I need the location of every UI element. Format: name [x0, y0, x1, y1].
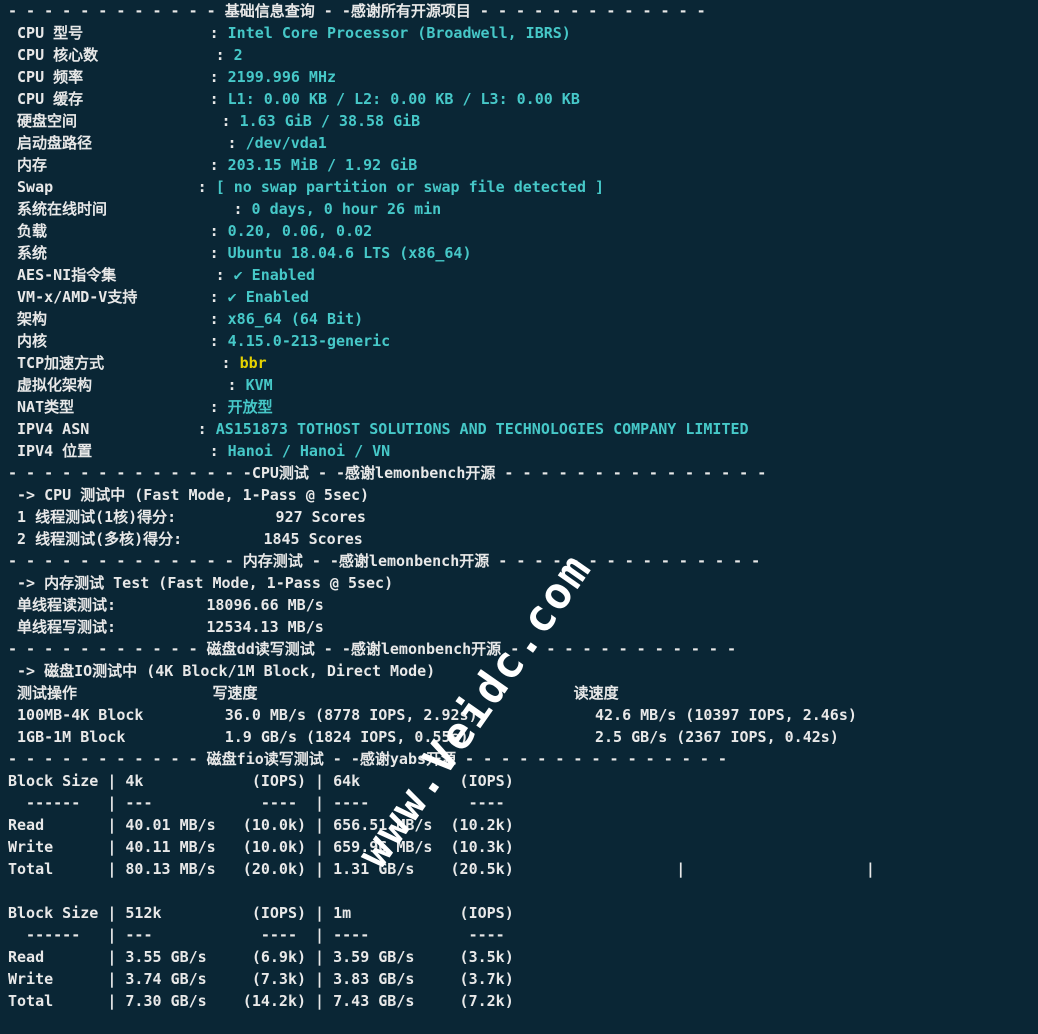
terminal-output: - - - - - - - - - - - - 基础信息查询 - -感谢所有开源…	[0, 0, 1038, 1012]
